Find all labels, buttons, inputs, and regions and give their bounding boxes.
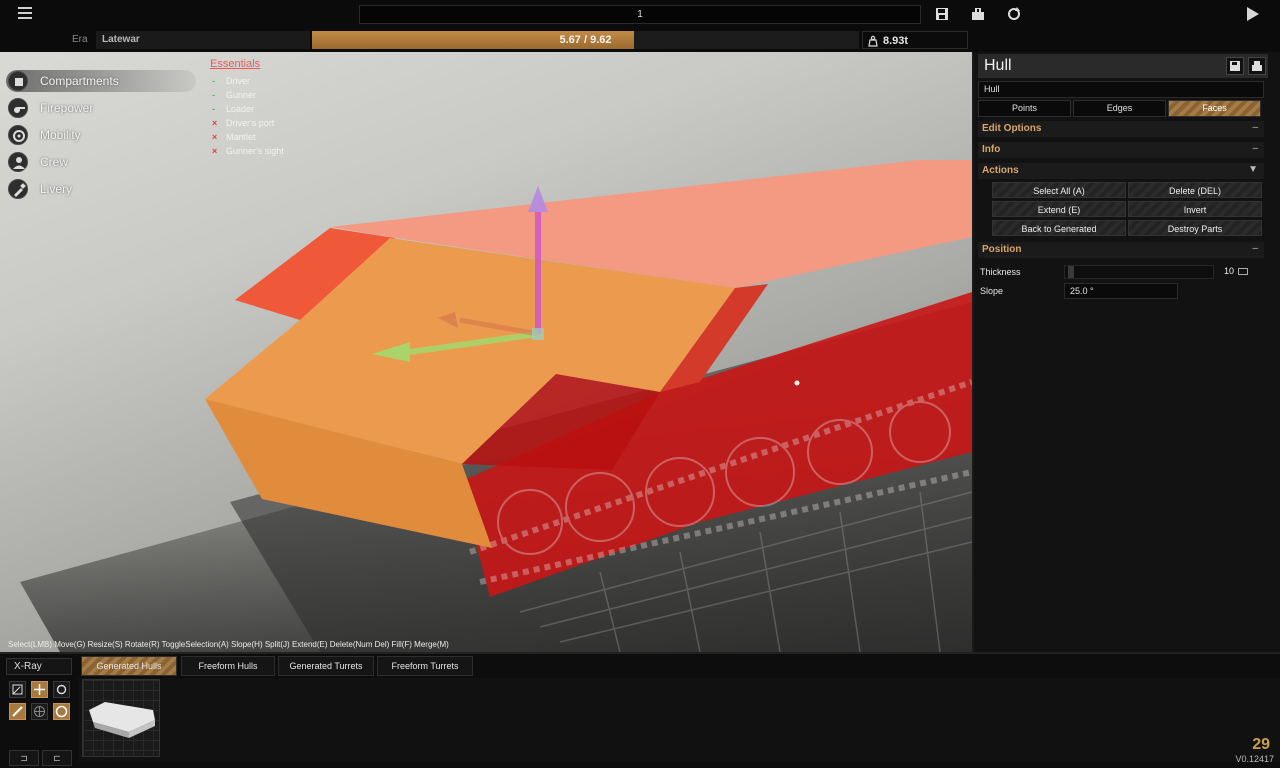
check-icon: - [212, 104, 215, 114]
grid-toggle-icon[interactable] [31, 703, 48, 720]
extend-button[interactable]: Extend (E) [992, 201, 1126, 217]
cannon-icon [8, 98, 28, 118]
local-space-icon[interactable] [53, 703, 70, 720]
thickness-label: Thickness [980, 267, 1021, 277]
expand-icon: ▼ [1248, 164, 1258, 175]
section-actions[interactable]: Actions ▼ [978, 163, 1264, 179]
tab-generated-turrets[interactable]: Generated Turrets [278, 656, 374, 676]
cross-icon: × [212, 132, 218, 142]
mode-tab-edges[interactable]: Edges [1073, 100, 1166, 117]
nav-mobility[interactable]: Mobility [6, 124, 196, 146]
section-position[interactable]: Position – [978, 242, 1264, 258]
reset-icon[interactable] [1006, 6, 1022, 22]
section-info[interactable]: Info – [978, 142, 1264, 158]
nav-crew[interactable]: Crew [6, 151, 196, 173]
essential-item-loader: - Loader [212, 104, 255, 114]
scale-tool-icon[interactable] [9, 681, 26, 698]
redo-icon[interactable]: ⊏ [42, 750, 72, 766]
thickness-value: 10 [1224, 266, 1235, 276]
weight-display: 8.93t [862, 31, 968, 49]
bottom-library: X-Ray ⊐ ⊏ Generated Hulls Freeform Hulls… [0, 652, 1280, 768]
back-to-generated-button[interactable]: Back to Generated [992, 220, 1126, 236]
box-icon [8, 71, 28, 91]
tab-freeform-hulls[interactable]: Freeform Hulls [181, 656, 275, 676]
person-icon [8, 152, 28, 172]
slope-input[interactable]: 25.0 ° [1064, 283, 1178, 299]
design-name-field[interactable]: 1 [359, 5, 921, 24]
essential-item-mantlet: × Mantlet [212, 132, 256, 142]
essential-item-gunner: - Gunner [212, 90, 257, 100]
undo-icon[interactable]: ⊐ [9, 750, 39, 766]
mode-tab-faces[interactable]: Faces [1168, 100, 1261, 117]
nav-label: Crew [40, 155, 69, 169]
section-edit-options[interactable]: Edit Options – [978, 121, 1264, 137]
nav-label: Livery [40, 182, 73, 196]
hull-name-field[interactable]: Hull [978, 81, 1264, 98]
upload-icon[interactable] [1248, 57, 1266, 75]
check-icon: - [212, 90, 215, 100]
thickness-slider[interactable] [1064, 265, 1214, 279]
snap-toggle-icon[interactable] [9, 703, 26, 720]
upload-icon[interactable] [970, 6, 986, 22]
hull-thumbnail[interactable] [82, 679, 160, 757]
thickness-unit-icon [1238, 268, 1248, 275]
brush-icon [8, 179, 28, 199]
nav-label: Mobility [40, 128, 81, 142]
essential-item-gunners-sight: × Gunner's sight [212, 146, 284, 156]
panel-title: Hull [984, 57, 1012, 74]
rotate-tool-icon[interactable] [53, 681, 70, 698]
thickness-slider-handle[interactable] [1068, 266, 1074, 278]
cross-icon: × [212, 118, 218, 128]
select-all-button[interactable]: Select All (A) [992, 182, 1126, 198]
destroy-parts-button[interactable]: Destroy Parts [1128, 220, 1262, 236]
check-icon: - [212, 76, 215, 86]
tab-generated-hulls[interactable]: Generated Hulls [81, 656, 177, 676]
hamburger-menu-icon[interactable] [14, 7, 36, 23]
collapse-icon: – [1252, 243, 1258, 254]
cost-bar: 5.67 / 9.62 [312, 31, 859, 49]
tab-freeform-turrets[interactable]: Freeform Turrets [377, 656, 473, 676]
play-icon[interactable] [1247, 7, 1259, 21]
info-bar: Era Latewar 5.67 / 9.62 8.93t [0, 29, 1280, 51]
nav-label: Firepower [40, 101, 94, 115]
cross-icon: × [212, 146, 218, 156]
era-dropdown[interactable]: Latewar [96, 31, 310, 49]
nav-firepower[interactable]: Firepower [6, 97, 196, 119]
top-bar: 1 [0, 0, 1280, 29]
era-label: Era [72, 34, 88, 45]
essentials-title: Essentials [210, 58, 261, 70]
save-icon[interactable] [1226, 57, 1244, 75]
fps-counter: 29 [1252, 736, 1270, 753]
keyboard-hint: Select(LMB) Move(G) Resize(S) Rotate(R) … [8, 640, 449, 649]
selection-point[interactable] [794, 380, 800, 386]
slope-label: Slope [980, 286, 1004, 296]
wheel-icon [8, 125, 28, 145]
panel-header: Hull [978, 54, 1268, 78]
collapse-icon: – [1252, 122, 1258, 133]
nav-livery[interactable]: Livery [6, 178, 196, 200]
mode-tab-points[interactable]: Points [978, 100, 1071, 117]
hull-panel: Hull Hull Points Edges Faces Edit Option… [972, 52, 1280, 652]
version-label: V0.12417 [1235, 754, 1274, 764]
essential-item-drivers-port: × Driver's port [212, 118, 275, 128]
weight-icon [868, 35, 878, 47]
essential-item-driver: - Driver [212, 76, 250, 86]
cost-text: 5.67 / 9.62 [559, 34, 612, 46]
xray-toggle[interactable]: X-Ray [6, 658, 72, 675]
library-strip [78, 678, 1280, 762]
move-tool-icon[interactable] [31, 681, 48, 698]
weight-text: 8.93t [883, 35, 909, 47]
delete-button[interactable]: Delete (DEL) [1128, 182, 1262, 198]
nav-compartments[interactable]: Compartments [6, 70, 196, 92]
collapse-icon: – [1252, 143, 1258, 154]
save-icon[interactable] [934, 6, 950, 22]
nav-label: Compartments [40, 74, 119, 88]
invert-button[interactable]: Invert [1128, 201, 1262, 217]
